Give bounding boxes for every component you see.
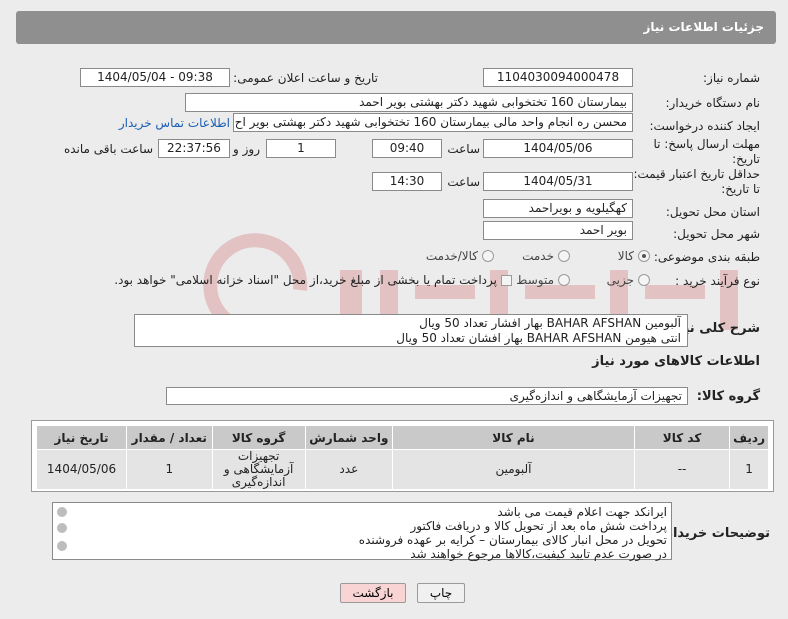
col-header-row: ردیف	[729, 425, 769, 450]
reply-deadline-label-2: تاریخ:	[732, 152, 760, 166]
remaining-label: ساعت باقی مانده	[63, 142, 153, 156]
table-row: 1 -- آلبومین عدد تجهیزات آزمایشگاهی و ان…	[35, 449, 769, 490]
buyer-notes-label: توضیحات خریدار:	[660, 526, 770, 541]
cell-code: --	[633, 449, 731, 490]
scroll-dot-icon	[57, 507, 67, 517]
items-table: ردیف کد کالا نام کالا واحد شمارش گروه کا…	[35, 425, 769, 490]
reply-days-field: 1	[266, 139, 336, 158]
cell-row: 1	[729, 449, 769, 490]
requester-field: محسن ره انجام واحد مالی بیمارستان 160 تخ…	[233, 113, 633, 132]
description-line-1: آلبومین BAHAR AFSHAN بهار افشار تعداد 50…	[419, 316, 681, 330]
validity-date-field: 1404/05/31	[483, 172, 633, 191]
remaining-time-field: 22:37:56	[158, 139, 230, 158]
reply-time-field: 09:40	[372, 139, 442, 158]
items-table-frame: ردیف کد کالا نام کالا واحد شمارش گروه کا…	[31, 420, 774, 492]
col-header-date: تاریخ نیاز	[35, 425, 128, 450]
reply-hour-label: ساعت	[447, 142, 480, 156]
delivery-city-field: بویر احمد	[483, 221, 633, 240]
purchase-option-minor-label: جزیی	[606, 273, 634, 287]
price-validity-label-1: حداقل تاریخ اعتبار قیمت:	[633, 167, 760, 181]
requester-label: ایجاد کننده درخواست:	[649, 119, 760, 133]
print-button[interactable]: چاپ	[417, 583, 465, 603]
need-number-field: 1104030094000478	[483, 68, 633, 87]
validity-time-field: 14:30	[372, 172, 442, 191]
purchase-type-label: نوع فرآیند خرید :	[675, 274, 760, 288]
cell-qty: 1	[126, 449, 213, 490]
buyer-org-label: نام دستگاه خریدار:	[665, 96, 761, 110]
buyer-org-field: بیمارستان 160 تختخوابی شهید دکتر بهشتی ب…	[185, 93, 633, 112]
buyer-notes-line-4: در صورت عدم تایید کیفیت،کالاها مرجوع خوا…	[410, 547, 667, 561]
col-header-unit: واحد شمارش	[304, 425, 393, 450]
category-option-goods[interactable]: کالا	[618, 249, 650, 263]
goods-group-field: تجهیزات آزمایشگاهی و اندازه‌گیری	[166, 387, 688, 405]
cell-unit: عدد	[304, 449, 393, 490]
category-option-service[interactable]: خدمت	[522, 249, 570, 263]
category-option-service-label: خدمت	[522, 249, 554, 263]
notes-scrollbar[interactable]	[55, 505, 69, 559]
radio-icon[interactable]	[482, 250, 494, 262]
buyer-notes-text: ایرانکد جهت اعلام قیمت می باشد پرداخت شش…	[71, 505, 667, 561]
header-bar: جزئیات اطلاعات نیاز	[16, 11, 776, 44]
delivery-city-label: شهر محل تحویل:	[673, 227, 760, 241]
delivery-province-label: استان محل تحویل:	[665, 205, 760, 219]
validity-hour-label: ساعت	[447, 175, 480, 189]
scroll-dot-icon	[57, 541, 67, 551]
category-option-goods-service[interactable]: کالا/خدمت	[426, 249, 494, 263]
page-title: جزئیات اطلاعات نیاز	[643, 20, 764, 34]
need-number-label: شماره نیاز:	[703, 71, 760, 85]
description-line-2: انتی هیومن BAHAR AFSHAN بهار افشان تعداد…	[396, 331, 681, 345]
col-header-group: گروه کالا	[211, 425, 306, 450]
purchase-option-minor[interactable]: جزیی	[607, 273, 650, 287]
scroll-dot-icon	[57, 523, 67, 533]
reply-deadline-label-1: مهلت ارسال پاسخ: تا	[653, 137, 760, 151]
buyer-notes-line-1: ایرانکد جهت اعلام قیمت می باشد	[497, 505, 667, 519]
purchase-option-medium-label: متوسط	[516, 273, 554, 287]
goods-info-title: اطلاعات کالاهای مورد نیاز	[592, 354, 760, 369]
back-button[interactable]: بازگشت	[340, 583, 406, 603]
buyer-notes-textarea[interactable]: ایرانکد جهت اعلام قیمت می باشد پرداخت شش…	[52, 502, 672, 561]
cell-group: تجهیزات آزمایشگاهی و اندازه‌گیری	[211, 449, 306, 490]
delivery-province-field: کهگیلویه و بویراحمد	[483, 199, 633, 218]
day-and-label: روز و	[233, 142, 260, 156]
col-header-qty: تعداد / مقدار	[126, 425, 213, 450]
price-validity-label-2: تا تاریخ:	[721, 182, 760, 196]
buyer-notes-line-3: تحویل در محل انبار کالای بیمارستان – کرا…	[358, 533, 667, 547]
buyer-contact-link[interactable]: اطلاعات تماس خریدار	[119, 116, 230, 130]
category-label: طبقه بندی موضوعی:	[653, 250, 760, 264]
radio-icon[interactable]	[638, 274, 650, 286]
cell-name: آلبومین	[391, 449, 635, 490]
radio-icon[interactable]	[558, 274, 570, 286]
col-header-code: کد کالا	[633, 425, 731, 450]
cell-date: 1404/05/06	[35, 449, 128, 490]
checkbox-icon[interactable]	[501, 274, 512, 286]
announce-datetime-label: تاریخ و ساعت اعلان عمومی:	[233, 71, 378, 85]
reply-date-field: 1404/05/06	[483, 139, 633, 158]
col-header-name: نام کالا	[391, 425, 635, 450]
radio-icon[interactable]	[558, 250, 570, 262]
category-option-goods-label: کالا	[617, 249, 634, 263]
category-option-goods-service-label: کالا/خدمت	[425, 249, 478, 263]
radio-icon[interactable]	[638, 250, 650, 262]
purchase-option-medium[interactable]: متوسط	[516, 273, 570, 287]
treasury-payment-note: پرداخت تمام یا بخشی از مبلغ خرید،از محل …	[114, 273, 497, 287]
announce-datetime-field: 1404/05/04 - 09:38	[80, 68, 230, 87]
goods-group-label: گروه کالا:	[696, 389, 760, 404]
cell-group-line-3: اندازه‌گیری	[231, 475, 286, 489]
buyer-notes-line-2: پرداخت شش ماه بعد از تحویل کالا و دریافت…	[410, 519, 667, 533]
description-textarea[interactable]: آلبومین BAHAR AFSHAN بهار افشار تعداد 50…	[134, 314, 688, 347]
treasury-payment-checkbox[interactable]: پرداخت تمام یا بخشی از مبلغ خرید،از محل …	[114, 273, 512, 287]
